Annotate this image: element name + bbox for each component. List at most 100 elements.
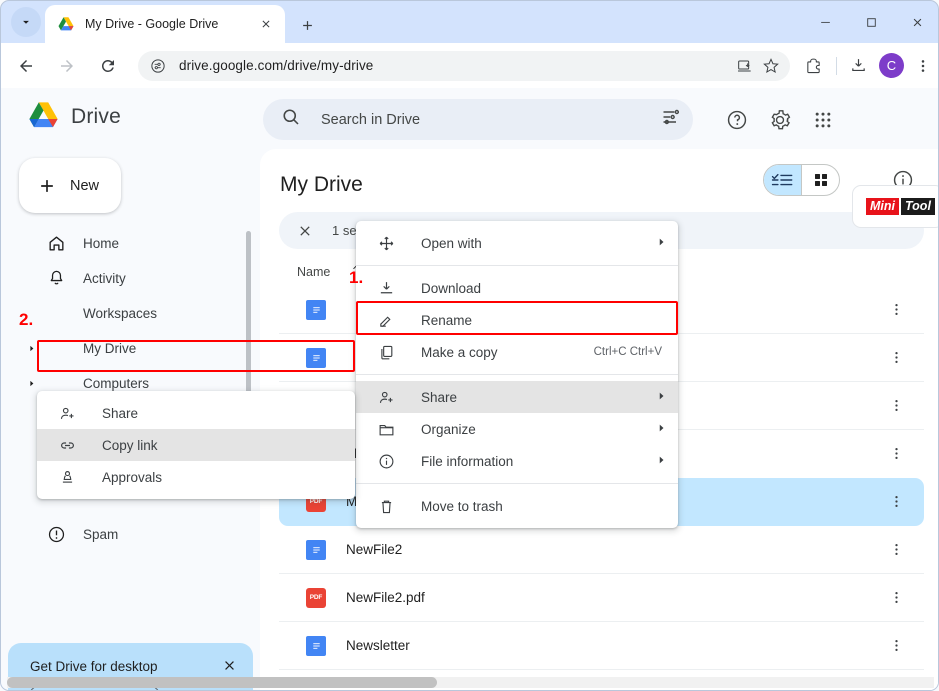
tab-title: My Drive - Google Drive	[85, 17, 219, 31]
row-menu-icon[interactable]	[880, 590, 912, 605]
close-icon[interactable]	[219, 655, 239, 675]
context-menu-item-file-information[interactable]: File information	[356, 445, 678, 477]
row-menu-icon[interactable]	[880, 542, 912, 557]
context-menu-item-make-a-copy[interactable]: Make a copy Ctrl+C Ctrl+V	[356, 336, 678, 368]
tab-close-icon[interactable]	[255, 13, 277, 35]
plus-icon	[41, 179, 53, 192]
extensions-icon[interactable]	[798, 51, 828, 81]
sidebar-nav: Home Activity Workspaces My Drive Comput…	[1, 226, 253, 552]
address-bar[interactable]: drive.google.com/drive/my-drive	[138, 50, 790, 81]
share-person-add-icon	[376, 389, 396, 406]
minimize-icon[interactable]	[802, 1, 848, 43]
sidebar-item-home[interactable]: Home	[1, 226, 253, 261]
row-menu-icon[interactable]	[880, 398, 912, 413]
row-menu-icon[interactable]	[880, 494, 912, 509]
sidebar-item-workspaces[interactable]: Workspaces	[1, 296, 253, 331]
tab-strip: My Drive - Google Drive	[1, 1, 938, 43]
file-name: Newsletter	[346, 638, 410, 653]
submenu-item-approvals[interactable]: Approvals	[37, 461, 355, 493]
file-name: NewFile2.pdf	[346, 590, 425, 605]
install-app-icon[interactable]	[732, 53, 758, 79]
profile-avatar[interactable]: C	[879, 53, 904, 78]
context-menu-item-share[interactable]: Share	[356, 381, 678, 413]
bookmark-star-icon[interactable]	[758, 53, 784, 79]
search-bar[interactable]: Search in Drive	[263, 99, 693, 140]
browser-tab[interactable]: My Drive - Google Drive	[45, 5, 285, 43]
row-menu-icon[interactable]	[880, 446, 912, 461]
share-person-add-icon	[57, 405, 77, 422]
sidebar-label: Activity	[83, 271, 126, 286]
forward-icon	[51, 50, 83, 82]
sidebar-label: Workspaces	[83, 306, 158, 321]
search-input[interactable]: Search in Drive	[321, 112, 661, 128]
grid-view-icon[interactable]	[802, 165, 839, 195]
sidebar-item-spam[interactable]: Spam	[1, 517, 253, 552]
clear-selection-icon[interactable]	[293, 219, 317, 243]
row-menu-icon[interactable]	[880, 302, 912, 317]
copy-icon	[376, 344, 396, 361]
google-doc-icon	[306, 539, 326, 560]
context-menu-item-move-to-trash[interactable]: Move to trash	[356, 490, 678, 522]
window-controls	[802, 1, 938, 43]
sidebar-label: Computers	[83, 376, 150, 391]
minitool-logo-first: Mini	[866, 198, 899, 215]
submenu-arrow-icon	[656, 420, 666, 438]
trash-icon	[376, 498, 396, 515]
downloads-icon[interactable]	[843, 51, 873, 81]
tab-search-chevron-icon[interactable]	[11, 7, 41, 37]
context-menu-label: Move to trash	[421, 498, 503, 514]
drive-header: Drive Search in Drive	[1, 88, 938, 149]
context-menu-label: Make a copy	[421, 344, 498, 360]
google-apps-grid-icon[interactable]	[809, 106, 837, 134]
approval-stamp-icon	[57, 469, 77, 486]
reload-icon[interactable]	[92, 50, 124, 82]
sidebar-label: My Drive	[83, 341, 137, 356]
chrome-menu-icon[interactable]	[908, 51, 938, 81]
settings-gear-icon[interactable]	[766, 106, 794, 134]
minitool-logo: Mini Tool	[866, 198, 935, 215]
close-icon[interactable]	[894, 1, 938, 43]
context-menu-label: Rename	[421, 312, 473, 328]
submenu-arrow-icon	[656, 452, 666, 470]
list-view-icon[interactable]	[764, 165, 801, 195]
bell-icon	[45, 269, 67, 288]
context-menu-item-open-with[interactable]: Open with	[356, 227, 678, 259]
expand-arrow-icon[interactable]	[27, 340, 36, 358]
maximize-icon[interactable]	[848, 1, 894, 43]
context-menu-item-organize[interactable]: Organize	[356, 413, 678, 445]
google-doc-icon	[306, 347, 326, 368]
row-menu-icon[interactable]	[880, 638, 912, 653]
spam-icon	[45, 525, 67, 544]
table-row[interactable]: PDF NewFile2.pdf	[279, 574, 924, 622]
screenshot-root: My Drive - Google Drive drive.google.com…	[0, 0, 939, 691]
link-chain-icon	[57, 437, 77, 454]
sidebar-item-my-drive[interactable]: My Drive	[1, 331, 253, 366]
table-row[interactable]: NewFile2	[279, 526, 924, 574]
menu-divider	[356, 265, 678, 266]
context-menu-item-download[interactable]: Download	[356, 272, 678, 304]
menu-divider	[356, 374, 678, 375]
site-settings-icon[interactable]	[146, 54, 170, 78]
horizontal-scrollbar-thumb[interactable]	[7, 677, 437, 688]
sidebar-item-activity[interactable]: Activity	[1, 261, 253, 296]
submenu-item-share[interactable]: Share	[37, 397, 355, 429]
submenu-label: Share	[102, 405, 139, 421]
drive-logo[interactable]: Drive	[26, 101, 121, 132]
help-icon[interactable]	[723, 106, 751, 134]
expand-arrow-icon[interactable]	[27, 375, 36, 393]
column-header-name[interactable]: Name	[297, 265, 330, 279]
submenu-item-copy-link[interactable]: Copy link	[37, 429, 355, 461]
context-menu-label: Organize	[421, 421, 476, 437]
home-icon	[45, 234, 67, 253]
context-menu-label: Open with	[421, 235, 482, 251]
search-options-icon[interactable]	[661, 107, 681, 132]
back-icon[interactable]	[10, 50, 42, 82]
context-menu-item-rename[interactable]: Rename	[356, 304, 678, 336]
table-row[interactable]: Newsletter	[279, 622, 924, 670]
view-toggle	[763, 164, 840, 196]
sidebar-label: Spam	[83, 527, 119, 542]
open-with-icon	[376, 235, 396, 252]
row-menu-icon[interactable]	[880, 350, 912, 365]
new-tab-button[interactable]	[293, 11, 321, 39]
new-button[interactable]: New	[19, 158, 121, 213]
